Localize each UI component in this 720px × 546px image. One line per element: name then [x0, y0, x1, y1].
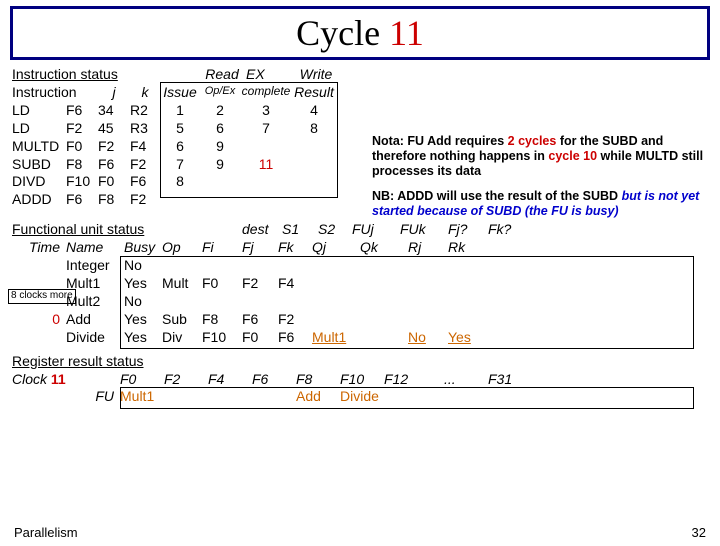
footer-page-number: 32 — [692, 525, 706, 540]
col-ex: EX — [242, 66, 294, 84]
slide-title-box: Cycle 11 — [10, 6, 710, 60]
annot-8-clocks: 8 clocks more — [8, 289, 76, 304]
col-result: Result — [292, 84, 336, 102]
table-row: MULTDF0F2F469 — [12, 138, 357, 156]
col-read: Read — [202, 66, 242, 84]
col-j: j — [98, 84, 130, 102]
col-complete: complete — [240, 84, 292, 102]
instruction-status-block: Instruction status Read EX Write Instruc… — [12, 66, 357, 209]
instruction-status-heading: Instruction status — [12, 66, 162, 84]
notes-block: Nota: FU Add requires 2 cycles for the S… — [372, 134, 704, 219]
reg-heading: Register result status — [12, 353, 708, 371]
col-opex: Op/Ex — [200, 84, 240, 102]
table-row: DIVDF10F0F68 — [12, 173, 357, 191]
title-cycle-number: 11 — [389, 13, 424, 53]
table-row: LDF634R21234 — [12, 102, 357, 120]
title-word: Cycle — [296, 13, 380, 53]
table-row: LDF245R35678 — [12, 120, 357, 138]
fu-heading: Functional unit status — [12, 221, 172, 239]
note-2: NB: ADDD will use the result of the SUBD… — [372, 189, 704, 219]
table-row: DivideYesDivF10F0F6Mult1NoYes — [12, 329, 708, 347]
slide-content: Instruction status Read EX Write Instruc… — [0, 60, 720, 406]
col-issue: Issue — [160, 84, 200, 102]
table-row: Mult2No — [12, 293, 708, 311]
slide-title: Cycle 11 — [296, 12, 424, 54]
col-write: Write — [294, 66, 338, 84]
register-result-block: Register result status Clock 11 F0 F2 F4… — [12, 353, 708, 407]
footer: Parallelism 32 — [14, 525, 706, 540]
footer-left: Parallelism — [14, 525, 78, 540]
table-row: IntegerNo — [12, 257, 708, 275]
col-instruction: Instruction — [12, 84, 98, 102]
functional-unit-status-block: 8 clocks more Functional unit status des… — [12, 221, 708, 346]
col-k: k — [130, 84, 160, 102]
note-1: Nota: FU Add requires 2 cycles for the S… — [372, 134, 704, 179]
table-row: Mult1YesMultF0F2F4 — [12, 275, 708, 293]
table-row: 0AddYesSubF8F6F2 — [12, 311, 708, 329]
table-row: ADDDF6F8F2 — [12, 191, 357, 209]
table-row: SUBDF8F6F27911 — [12, 156, 357, 174]
